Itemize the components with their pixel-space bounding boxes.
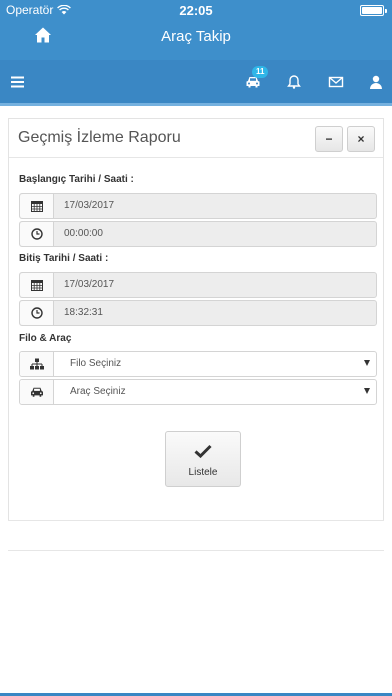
fleet-select-value: Filo Seçiniz [70, 358, 122, 369]
title-bar: Araç Takip [0, 20, 392, 60]
start-date-value: 17/03/2017 [64, 200, 115, 211]
list-button-label: Listele [188, 467, 218, 478]
end-date-addon [20, 273, 54, 297]
app-header: Operatör 22:05 Araç Takip [0, 0, 392, 60]
status-time: 22:05 [179, 3, 213, 18]
clock-icon [30, 307, 43, 319]
start-date-field[interactable]: 17/03/2017 [19, 193, 377, 219]
calendar-icon [30, 201, 43, 212]
navbar: 11 [0, 60, 392, 106]
end-time-field[interactable]: 18:32:31 [19, 300, 377, 326]
start-time-value: 00:00:00 [64, 228, 103, 239]
close-button[interactable]: × [347, 126, 375, 152]
envelope-icon[interactable] [328, 74, 344, 90]
check-icon [194, 444, 212, 458]
end-date-value: 17/03/2017 [64, 279, 115, 290]
chevron-down-icon [364, 360, 370, 366]
battery-icon [360, 5, 387, 16]
vehicle-select-value: Araç Seçiniz [70, 386, 126, 397]
fleet-select[interactable]: Filo Seçiniz [19, 351, 377, 377]
vehicle-addon [20, 380, 54, 404]
clock-icon [30, 228, 43, 240]
bell-icon[interactable] [286, 74, 302, 90]
divider [8, 520, 384, 521]
list-button[interactable]: Listele [165, 431, 241, 487]
end-time-addon [20, 301, 54, 325]
chevron-down-icon [364, 388, 370, 394]
calendar-icon [30, 280, 43, 291]
menu-icon[interactable] [10, 74, 26, 90]
divider [8, 550, 384, 551]
divider [9, 157, 383, 158]
user-icon[interactable] [368, 74, 384, 90]
vehicle-select[interactable]: Araç Seçiniz [19, 379, 377, 405]
sitemap-icon [29, 358, 44, 370]
minimize-button[interactable]: − [315, 126, 343, 152]
fleet-label: Filo & Araç [19, 333, 72, 344]
start-time-addon [20, 222, 54, 246]
app-title: Araç Takip [161, 28, 231, 45]
start-label: Başlangıç Tarihi / Saati : [19, 174, 134, 185]
fleet-addon [20, 352, 54, 376]
end-time-value: 18:32:31 [64, 307, 103, 318]
car-icon [30, 387, 43, 397]
report-panel: Geçmiş İzleme Raporu − × Başlangıç Tarih… [8, 118, 384, 520]
panel-title: Geçmiş İzleme Raporu [18, 129, 181, 146]
vehicle-count-badge: 11 [252, 66, 269, 78]
status-bar: Operatör 22:05 [0, 0, 392, 20]
start-time-field[interactable]: 00:00:00 [19, 221, 377, 247]
end-date-field[interactable]: 17/03/2017 [19, 272, 377, 298]
start-date-addon [20, 194, 54, 218]
end-label: Bitiş Tarihi / Saati : [19, 253, 109, 264]
